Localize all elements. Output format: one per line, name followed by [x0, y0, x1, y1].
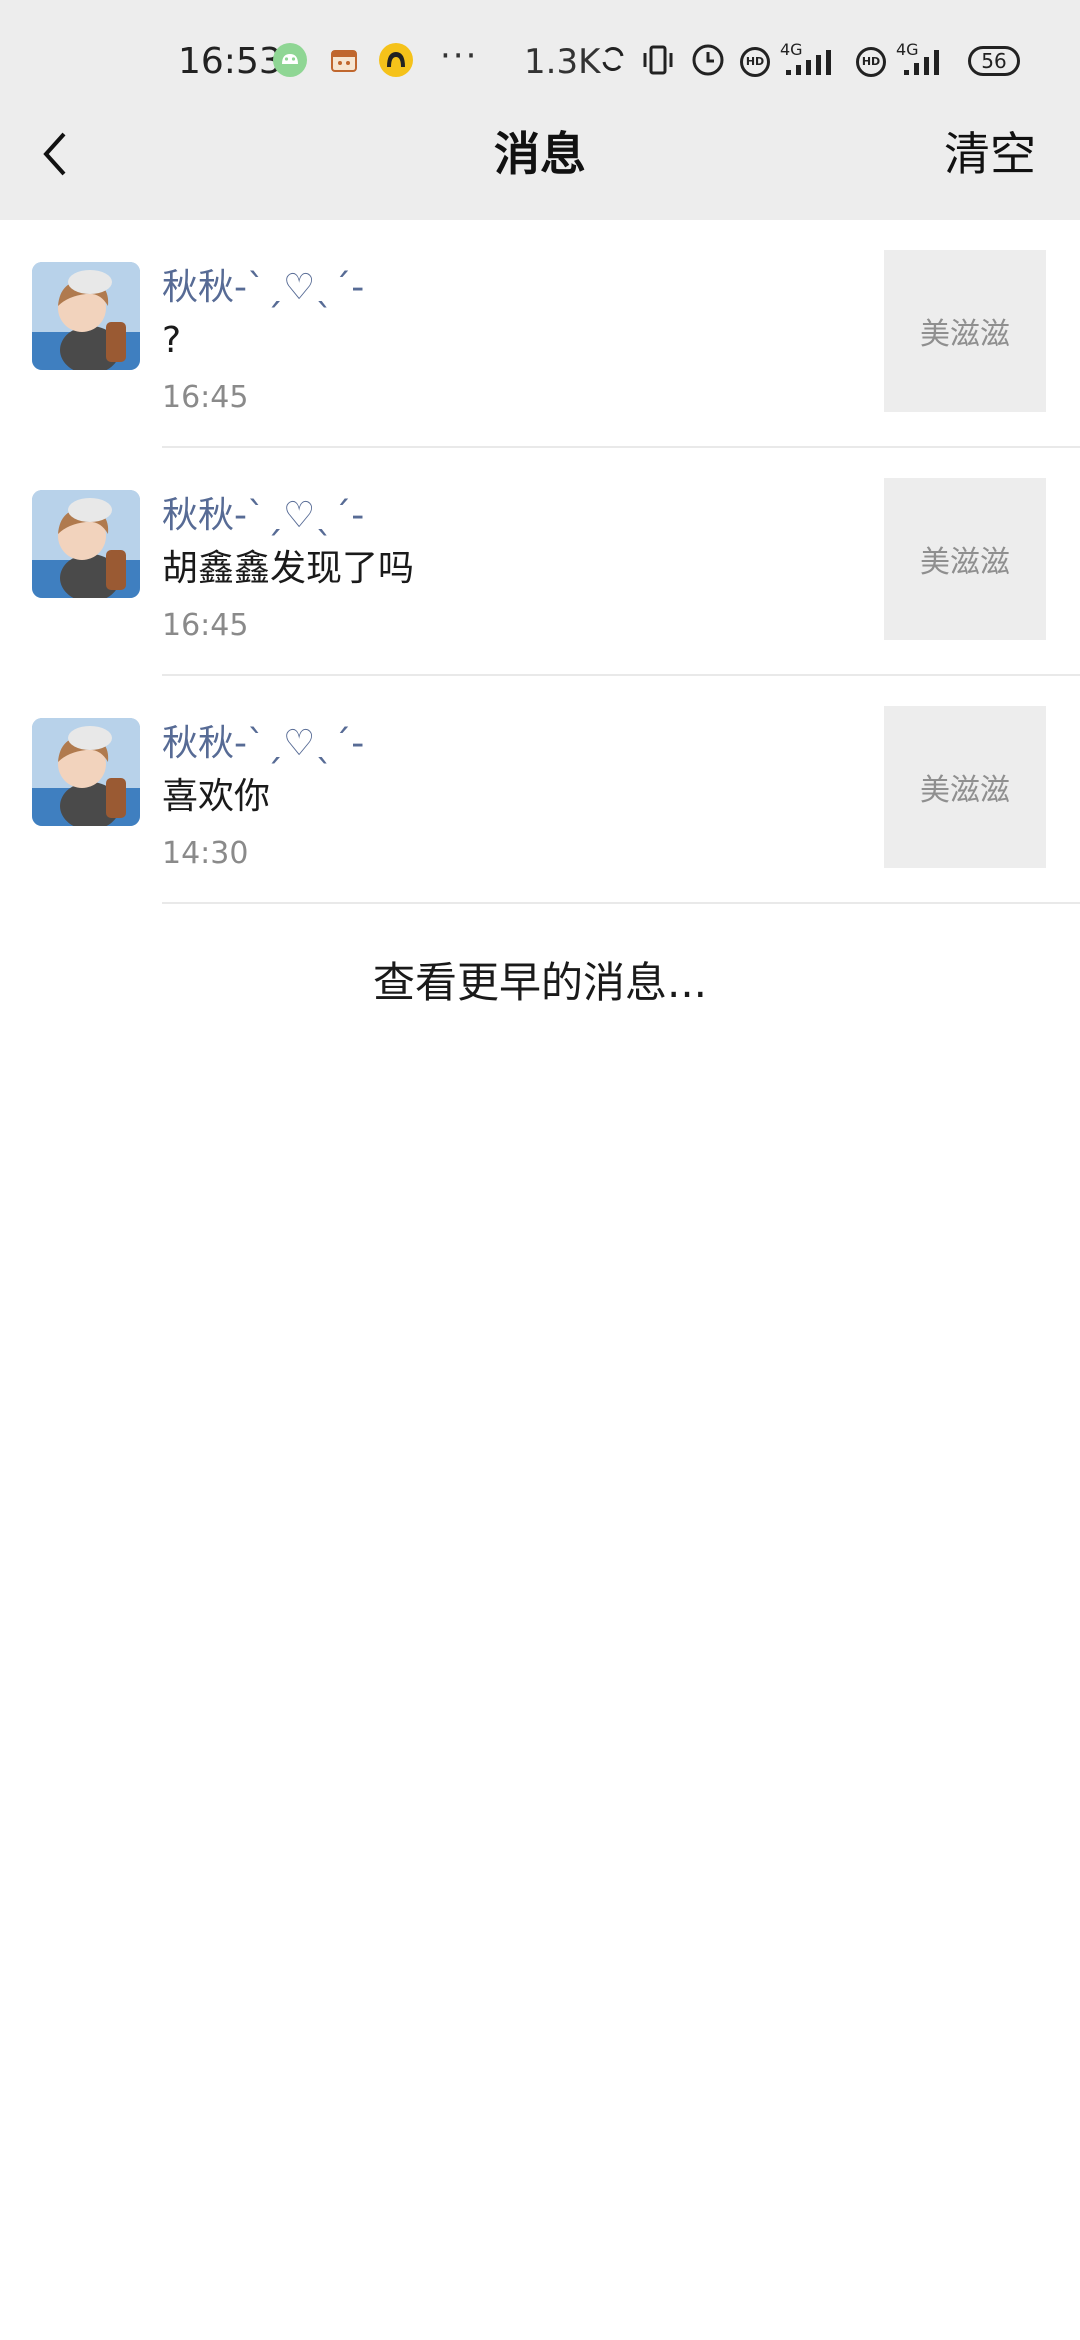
page-title: 消息: [494, 127, 586, 181]
sender-name: 秋秋-ˋˏ♡ˎˊ-: [162, 723, 365, 764]
battery-icon: 56: [968, 46, 1020, 76]
yellow-app-icon: [378, 42, 414, 82]
status-time: 16:53: [178, 41, 282, 82]
post-thumbnail[interactable]: 美滋滋: [884, 478, 1046, 640]
hd-icon: HD: [740, 47, 770, 77]
message-text: ?: [162, 320, 182, 361]
avatar[interactable]: [32, 718, 140, 826]
sender-name: 秋秋-ˋˏ♡ˎˊ-: [162, 267, 365, 308]
message-row[interactable]: 秋秋-ˋˏ♡ˎˊ- 胡鑫鑫发现了吗 16:45 美滋滋: [0, 448, 1080, 676]
clear-button[interactable]: 清空: [944, 124, 1036, 184]
alarm-icon: [690, 42, 726, 82]
network-speed: 1.3K: [524, 42, 601, 82]
sync-icon: [596, 42, 630, 80]
message-row[interactable]: 秋秋-ˋˏ♡ˎˊ- 喜欢你 14:30 美滋滋: [0, 676, 1080, 904]
more-notifications: ···: [440, 36, 479, 76]
divider: [162, 902, 1080, 904]
view-earlier-messages-link[interactable]: 查看更早的消息...: [0, 948, 1080, 1018]
message-text: 胡鑫鑫发现了吗: [162, 548, 415, 589]
vibrate-icon: [640, 42, 676, 82]
box-app-icon: [326, 42, 362, 82]
signal-icon: [784, 48, 840, 80]
nav-bar: 消息 清空: [0, 124, 1080, 220]
android-app-icon: [272, 42, 308, 82]
top-bar: 16:53 ··· 1.3K HD 4G HD 4G 56 消息 清空: [0, 0, 1080, 220]
message-row[interactable]: 秋秋-ˋˏ♡ˎˊ- ? 16:45 美滋滋: [0, 220, 1080, 448]
message-list: 秋秋-ˋˏ♡ˎˊ- ? 16:45 美滋滋 秋秋-ˋˏ♡ˎˊ- 胡鑫鑫发现了吗 …: [0, 220, 1080, 904]
post-thumbnail[interactable]: 美滋滋: [884, 250, 1046, 412]
status-bar: 16:53 ··· 1.3K HD 4G HD 4G 56: [0, 0, 1080, 124]
avatar[interactable]: [32, 490, 140, 598]
sender-name: 秋秋-ˋˏ♡ˎˊ-: [162, 495, 365, 536]
message-time: 16:45: [162, 608, 249, 643]
signal-icon-2: [902, 48, 954, 80]
avatar[interactable]: [32, 262, 140, 370]
message-time: 14:30: [162, 836, 249, 871]
hd-icon-2: HD: [856, 47, 886, 77]
post-thumbnail[interactable]: 美滋滋: [884, 706, 1046, 868]
message-text: 喜欢你: [162, 776, 271, 817]
message-time: 16:45: [162, 380, 249, 415]
